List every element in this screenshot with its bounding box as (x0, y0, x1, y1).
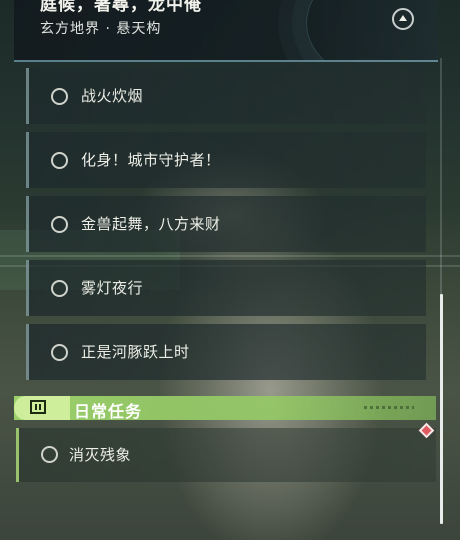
daily-quests-header[interactable]: 日常任务 (14, 396, 436, 421)
decorative-dots (364, 406, 414, 409)
quest-label: 雾灯夜行 (81, 279, 144, 297)
circle-status-icon (51, 152, 68, 169)
quest-header-card[interactable]: 庭候，著尋，龙中俺 玄方地界 · 悬天构 (14, 0, 438, 62)
quest-header-location: 玄方地界 · 悬天构 (40, 21, 162, 37)
quest-label: 金兽起舞，八方来财 (81, 215, 221, 233)
quest-item[interactable]: 战火炊烟 (26, 68, 426, 124)
quest-item[interactable]: 正是河豚跃上时 (26, 324, 426, 380)
circle-status-icon (51, 216, 68, 233)
daily-quests-title: 日常任务 (74, 402, 143, 421)
daily-quest-item[interactable]: 消灭残象 (16, 428, 436, 482)
circle-status-icon (51, 344, 68, 361)
circle-status-icon (51, 88, 68, 105)
circle-status-icon (51, 280, 68, 297)
quest-item[interactable]: 金兽起舞，八方来财 (26, 196, 426, 252)
daily-icon-badge (14, 396, 70, 420)
daily-quest-label: 消灭残象 (69, 446, 132, 464)
exclamation-box-icon (30, 400, 46, 414)
quest-header-title: 庭候，著尋，龙中俺 (40, 0, 202, 15)
background-rail (0, 255, 460, 257)
scrollbar-thumb[interactable] (440, 294, 443, 524)
quest-label: 化身！城市守护者！ (81, 151, 221, 169)
circle-status-icon (41, 446, 58, 463)
chevron-up-icon[interactable] (392, 8, 414, 30)
quest-label: 正是河豚跃上时 (81, 343, 190, 361)
quest-item[interactable]: 雾灯夜行 (26, 260, 426, 316)
quest-item[interactable]: 化身！城市守护者！ (26, 132, 426, 188)
quest-label: 战火炊烟 (81, 87, 144, 105)
